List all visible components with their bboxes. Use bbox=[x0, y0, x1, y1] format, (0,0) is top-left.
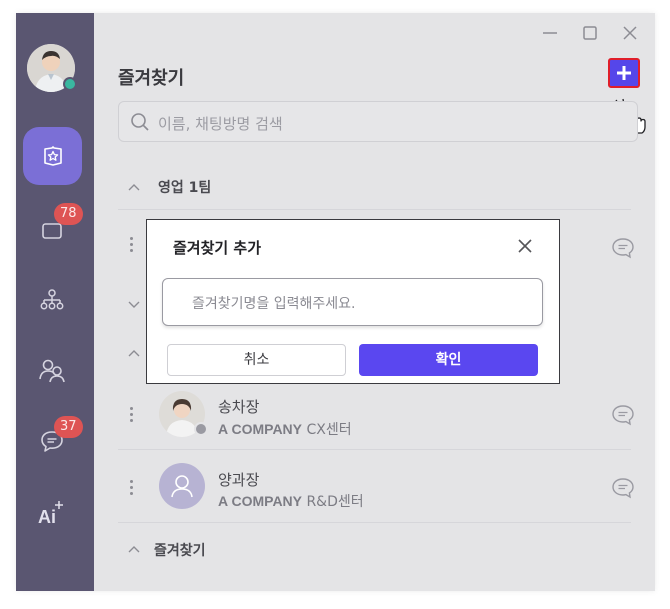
chat-bubble-icon[interactable] bbox=[610, 475, 636, 501]
member-company: A COMPANY bbox=[218, 493, 302, 509]
sidebar-item-contacts[interactable] bbox=[34, 352, 70, 388]
dialog-title: 즐겨찾기 추가 bbox=[173, 239, 262, 257]
search-input[interactable]: 이름, 채팅방명 검색 bbox=[118, 101, 638, 142]
message-count-badge: 37 bbox=[54, 416, 83, 438]
divider bbox=[118, 209, 631, 210]
drag-handle-icon[interactable] bbox=[130, 237, 134, 255]
add-favorite-dialog: 즐겨찾기 추가 즐겨찾기명을 입력해주세요. 취소 확인 bbox=[146, 219, 560, 384]
default-avatar bbox=[159, 463, 205, 509]
group-label: 영업 1팀 bbox=[158, 180, 212, 196]
close-icon bbox=[623, 26, 637, 40]
sidebar-item-favorites[interactable] bbox=[23, 127, 82, 185]
sidebar-item-organization[interactable] bbox=[34, 282, 70, 318]
drag-handle-icon[interactable] bbox=[130, 407, 134, 425]
member-dept: R&D센터 bbox=[306, 494, 364, 510]
member-name: 양과장 bbox=[218, 471, 260, 489]
dialog-close-icon[interactable] bbox=[515, 236, 535, 256]
contacts-icon bbox=[39, 359, 65, 383]
favorite-name-input[interactable]: 즐겨찾기명을 입력해주세요. bbox=[162, 278, 543, 326]
page-title: 즐겨찾기 bbox=[118, 68, 185, 89]
divider bbox=[118, 522, 631, 523]
search-placeholder: 이름, 채팅방명 검색 bbox=[158, 115, 283, 133]
sparkle-icon bbox=[55, 501, 63, 509]
chat-bubble-icon[interactable] bbox=[610, 402, 636, 428]
chevron-up-icon bbox=[128, 184, 140, 191]
star-icon bbox=[43, 146, 62, 166]
member-dept: CX센터 bbox=[306, 422, 352, 438]
ai-icon: Ai bbox=[38, 507, 56, 527]
search-icon bbox=[131, 113, 149, 131]
chat-bubble-icon[interactable] bbox=[610, 235, 636, 261]
divider bbox=[118, 449, 631, 450]
person-icon bbox=[171, 475, 193, 498]
confirm-button[interactable]: 확인 bbox=[359, 344, 538, 376]
drag-handle-icon[interactable] bbox=[130, 480, 134, 498]
plus-icon bbox=[617, 66, 631, 80]
add-favorite-button[interactable] bbox=[608, 58, 640, 88]
member-org: A COMPANY CX센터 bbox=[218, 419, 352, 439]
minimize-icon bbox=[543, 32, 557, 34]
member-name: 송차장 bbox=[218, 398, 260, 416]
sidebar: 78 37 Ai bbox=[16, 13, 94, 591]
online-status-dot bbox=[63, 77, 77, 91]
cancel-button[interactable]: 취소 bbox=[167, 344, 346, 376]
chevron-up-icon bbox=[128, 546, 140, 553]
input-placeholder: 즐겨찾기명을 입력해주세요. bbox=[192, 296, 356, 312]
group-label: 즐겨찾기 bbox=[154, 543, 206, 559]
offline-status-dot bbox=[194, 422, 208, 436]
maximize-icon bbox=[583, 26, 597, 40]
window-close-button[interactable] bbox=[618, 21, 642, 45]
chevron-up-icon[interactable] bbox=[128, 348, 140, 358]
chat-count-badge: 78 bbox=[54, 203, 83, 225]
org-chart-icon bbox=[40, 289, 64, 310]
chevron-down-icon[interactable] bbox=[128, 300, 140, 310]
member-company: A COMPANY bbox=[218, 421, 302, 437]
maximize-button[interactable] bbox=[578, 21, 602, 45]
minimize-button[interactable] bbox=[538, 21, 562, 45]
member-org: A COMPANY R&D센터 bbox=[218, 491, 364, 511]
